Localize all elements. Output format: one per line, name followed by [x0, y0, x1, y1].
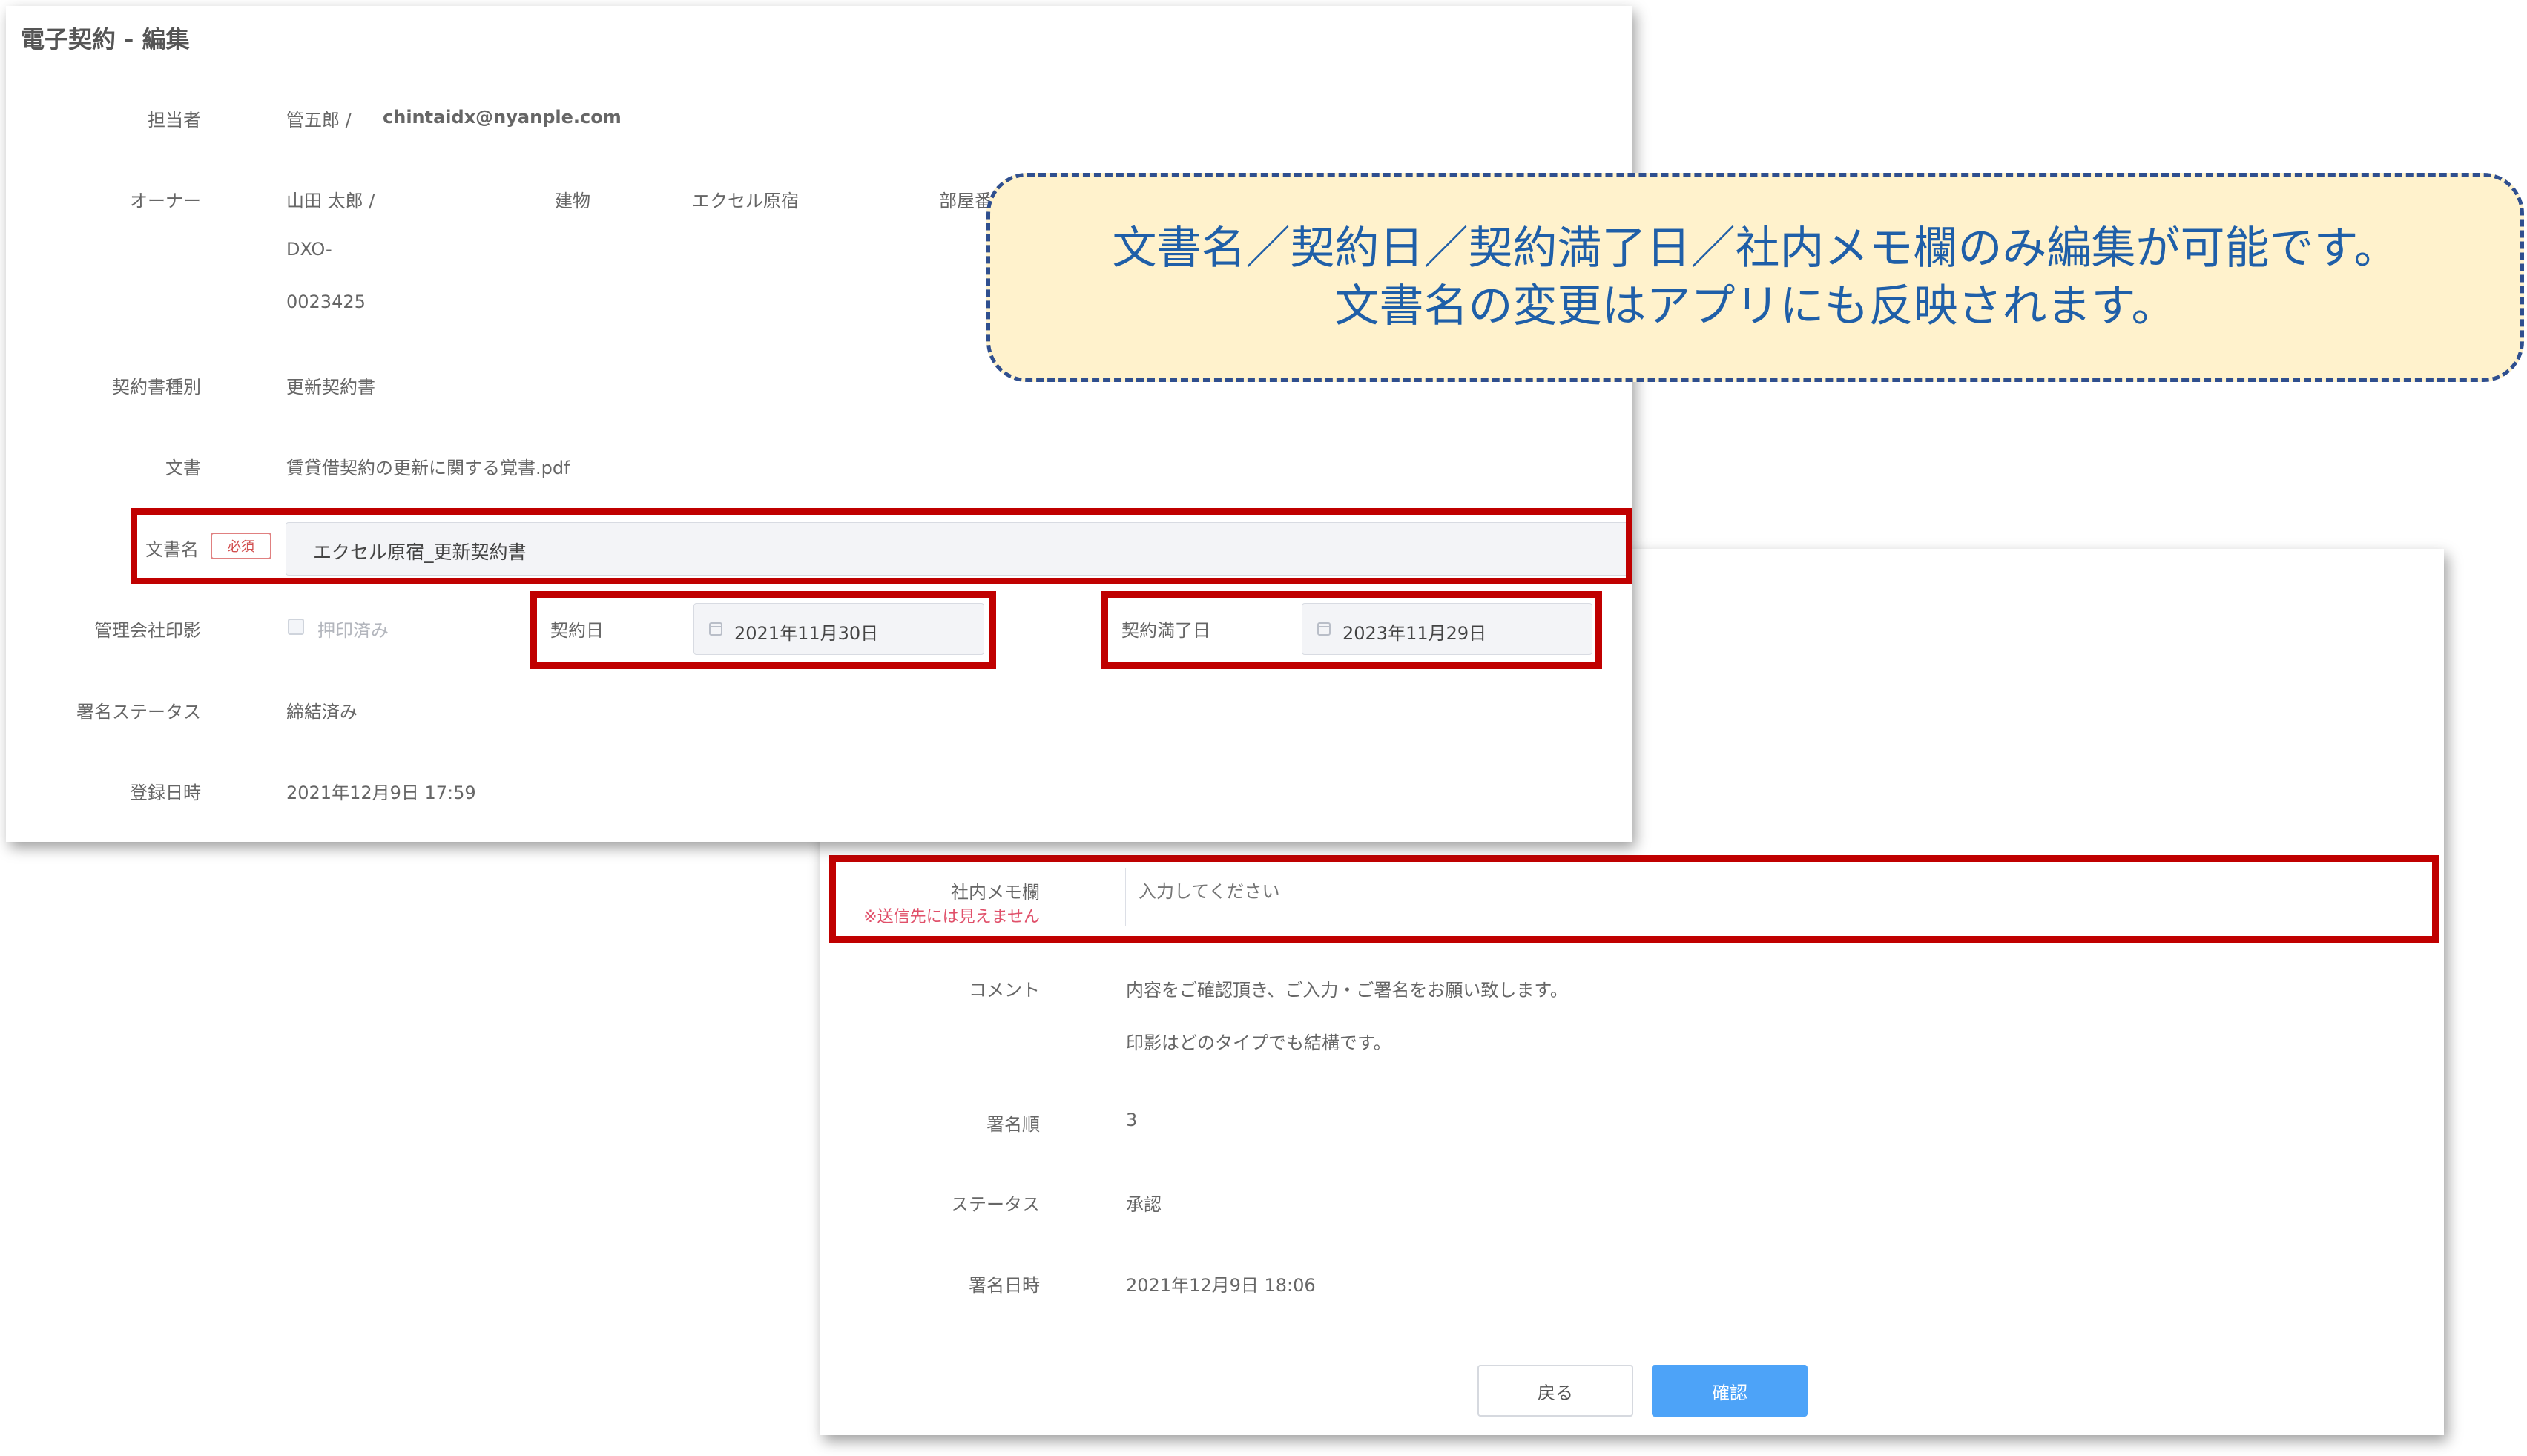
owner-id-line-2: 0023425	[286, 291, 366, 312]
status-label: ステータス	[951, 1194, 1040, 1215]
building-value: エクセル原宿	[692, 191, 799, 211]
owner-label: オーナー	[130, 191, 201, 211]
document-label: 文書	[165, 458, 201, 478]
owner-id-line-1: DXO-	[286, 239, 332, 260]
signed-at-value: 2021年12月9日 18:06	[1126, 1275, 1316, 1296]
seal-label: 管理会社印影	[94, 620, 201, 641]
sign-status-value: 締結済み	[286, 702, 358, 722]
instruction-callout: 文書名／契約日／契約満了日／社内メモ欄のみ編集が可能です。 文書名の変更はアプリ…	[986, 173, 2524, 382]
room-label: 部屋番	[939, 191, 992, 211]
document-file-link[interactable]: 賃貸借契約の更新に関する覚書.pdf	[286, 453, 570, 479]
seal-checkbox[interactable]	[288, 619, 304, 635]
doc-name-highlight-box	[131, 508, 1632, 584]
contract-type-label: 契約書種別	[112, 377, 201, 398]
expiry-date-highlight-box	[1101, 591, 1602, 669]
owner-name: 山田 太郎 /	[286, 191, 375, 211]
sign-order-value: 3	[1126, 1110, 1138, 1130]
comment-label: コメント	[969, 980, 1040, 1001]
back-button[interactable]: 戻る	[1477, 1365, 1633, 1417]
assignee-email: chintaidx@nyanple.com	[383, 107, 622, 128]
registered-label: 登録日時	[130, 783, 201, 803]
sign-order-label: 署名順	[986, 1114, 1040, 1135]
registered-value: 2021年12月9日 17:59	[286, 783, 476, 803]
callout-line-2: 文書名の変更はアプリにも反映されます。	[1334, 280, 2176, 332]
contract-date-highlight-box	[530, 591, 996, 669]
assignee-label: 担当者	[148, 110, 201, 131]
confirm-button[interactable]: 確認	[1652, 1365, 1808, 1417]
assignee-name: 管五郎 /	[286, 110, 352, 131]
building-label: 建物	[555, 191, 590, 211]
comment-line-2: 印影はどのタイプでも結構です。	[1126, 1032, 1391, 1053]
contract-edit-panel: 電子契約 - 編集 担当者 管五郎 / chintaidx@nyanple.co…	[6, 6, 1632, 842]
contract-type-value: 更新契約書	[286, 377, 375, 398]
status-value: 承認	[1126, 1194, 1162, 1215]
comment-line-1: 内容をご確認頂き、ご入力・ご署名をお願い致します。	[1126, 980, 1568, 1001]
seal-checkbox-label: 押印済み	[317, 620, 389, 641]
memo-highlight-box	[829, 855, 2439, 943]
callout-line-1: 文書名／契約日／契約満了日／社内メモ欄のみ編集が可能です。	[1112, 223, 2399, 274]
signed-at-label: 署名日時	[969, 1275, 1040, 1296]
sign-status-label: 署名ステータス	[76, 702, 201, 722]
page-title: 電子契約 - 編集	[21, 25, 190, 53]
